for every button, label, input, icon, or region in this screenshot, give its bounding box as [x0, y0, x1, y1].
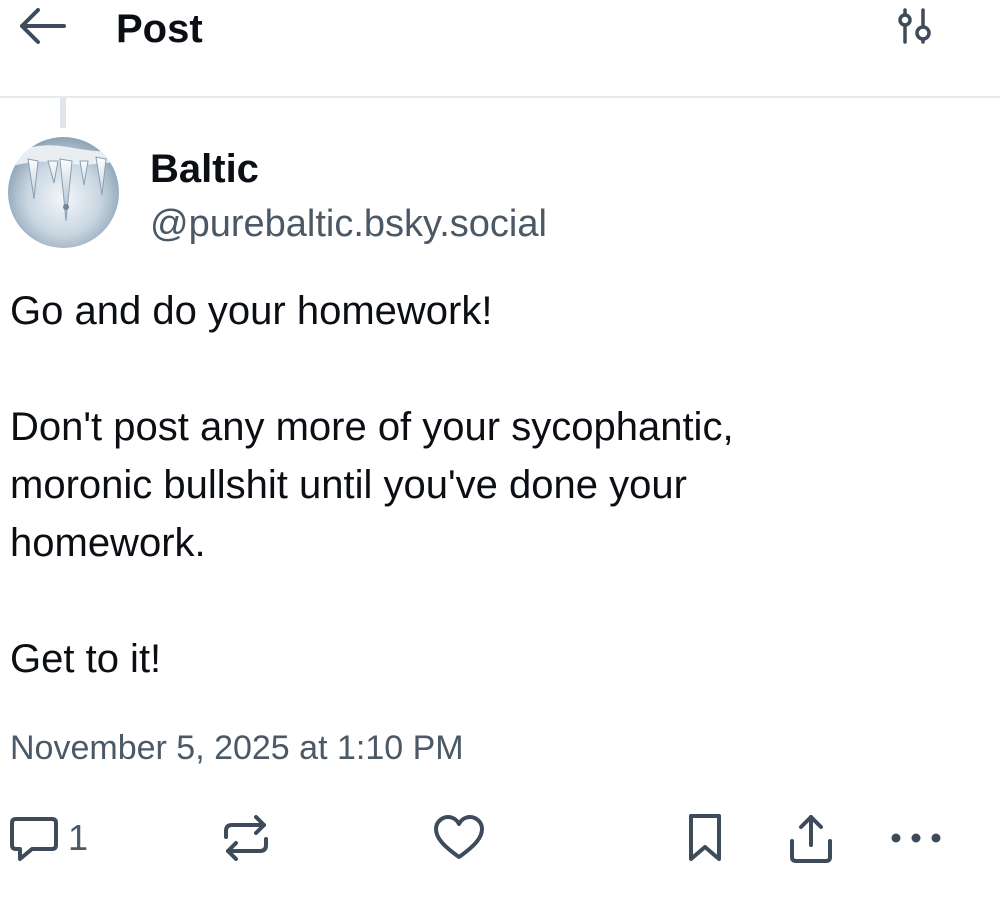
reply-button[interactable]: 1 [8, 808, 88, 868]
repost-button[interactable] [220, 808, 272, 868]
author-display-name[interactable]: Baltic [150, 146, 259, 192]
sliders-icon [892, 6, 936, 51]
reply-icon [8, 813, 60, 863]
post-timestamp: November 5, 2025 at 1:10 PM [10, 729, 464, 767]
header-bar: Post [0, 0, 1000, 98]
share-button[interactable] [786, 808, 836, 868]
like-button[interactable] [432, 808, 486, 868]
repost-icon [220, 813, 272, 863]
more-icon [888, 828, 944, 848]
arrow-left-icon [16, 6, 68, 51]
reply-count: 1 [68, 817, 89, 858]
share-icon [786, 811, 836, 865]
thread-settings-button[interactable] [888, 6, 940, 50]
bookmark-icon [683, 811, 727, 865]
more-options-button[interactable] [888, 808, 944, 868]
back-button[interactable] [14, 6, 70, 51]
post-text: Go and do your homework! Don't post any … [10, 289, 734, 681]
page-title: Post [116, 7, 203, 51]
author-handle[interactable]: @purebaltic.bsky.social [150, 202, 547, 246]
like-icon [432, 813, 486, 863]
avatar[interactable] [8, 137, 119, 248]
bookmark-button[interactable] [683, 808, 727, 868]
thread-connector-line [60, 98, 66, 128]
